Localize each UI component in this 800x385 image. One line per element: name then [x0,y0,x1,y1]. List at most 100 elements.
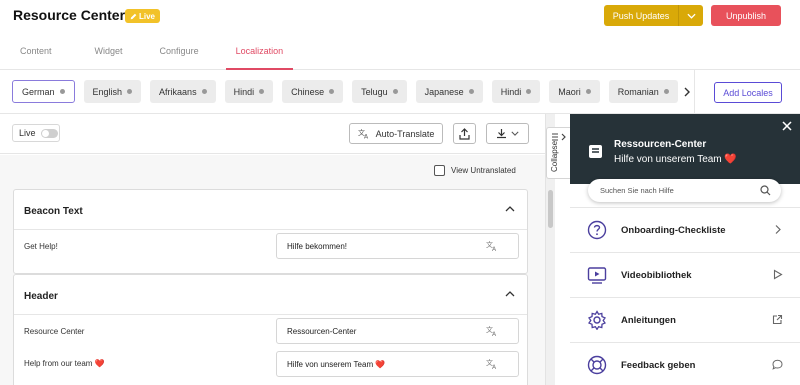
play-icon [773,269,783,280]
locale-scroll-right[interactable] [682,85,692,99]
collapse-label: Collapse [550,140,559,172]
preview-title: Ressourcen-Center [614,139,707,150]
push-updates-label: Push Updates [612,10,670,21]
chevron-up-icon[interactable] [505,205,515,213]
view-untranslated-checkbox[interactable]: View Untranslated [434,165,516,176]
unpublish-button[interactable]: Unpublish [711,5,781,26]
push-options-dropdown[interactable] [678,5,703,26]
locale-label: Hindi [233,86,255,97]
locale-chip-chinese[interactable]: Chinese [282,80,344,103]
chevron-right-icon [684,87,690,97]
locale-label: Maori [558,86,581,97]
tab-widget[interactable]: Widget [85,40,133,70]
download-button[interactable] [486,123,529,144]
locale-label: Chinese [291,86,325,97]
locale-chip-romanian[interactable]: Romanian [608,80,678,103]
chevron-down-icon [511,131,519,136]
status-dot [59,89,65,94]
svg-text:A: A [492,331,497,337]
editor-toolbar: Live 文A Auto-Translate [0,114,545,154]
translation-input[interactable]: Ressourcen-Center 文A [276,318,519,344]
status-dot [259,89,265,94]
close-icon[interactable] [782,121,792,131]
chevron-right-icon [775,225,781,234]
locale-chip-hindi-2[interactable]: Hindi [491,80,541,103]
chat-bubble-icon [772,359,783,370]
collapse-preview-button[interactable]: Collapse [546,127,570,179]
preview-item-label: Feedback geben [621,359,696,371]
locale-list: German English Afrikaans Hindi Chinese T… [12,80,680,103]
translation-input[interactable]: Hilfe von unserem Team ❤️ 文A [276,351,519,377]
locale-chip-english[interactable]: English [83,80,142,103]
status-dot [201,89,207,94]
question-circle-icon [587,220,607,240]
translate-icon[interactable]: 文A [486,240,498,252]
page-title: Resource Center [13,7,126,23]
locale-chip-maori[interactable]: Maori [549,80,600,103]
status-dot [329,89,335,94]
divider [14,229,527,230]
preview-item-guides[interactable]: Anleitungen [570,297,800,342]
locale-label: German [22,86,55,97]
locale-label: Afrikaans [159,86,197,97]
translate-icon[interactable]: 文A [486,358,498,370]
source-text: Help from our team ❤️ [24,359,105,368]
locale-label: English [92,86,123,97]
scrollbar-thumb[interactable] [548,190,553,228]
checkbox[interactable] [434,165,445,176]
pencil-icon [130,13,137,19]
tab-configure[interactable]: Configure [150,40,209,70]
live-toggle[interactable]: Live [12,124,60,142]
preview-search-input[interactable]: Suchen Sie nach Hilfe [588,179,781,202]
top-header: Resource Center Live Push Updates Unpubl… [0,0,800,70]
preview-item-onboarding[interactable]: Onboarding-Checkliste [570,207,800,252]
locale-chip-german[interactable]: German [12,80,75,103]
translation-value: Ressourcen-Center [287,326,357,336]
translation-input[interactable]: Hilfe bekommen! 文A [276,233,519,259]
live-toggle-label: Live [19,128,36,138]
search-icon [760,185,771,196]
locale-chip-afrikaans[interactable]: Afrikaans [150,80,216,103]
lifebuoy-icon [587,355,607,375]
menu-chevron-icon [552,133,566,141]
translate-icon[interactable]: 文A [486,325,498,337]
video-icon [587,267,607,284]
locale-label: Telugu [361,86,388,97]
translation-value: Hilfe von unserem Team ❤️ [287,359,386,369]
section-title: Header [24,291,58,302]
locale-chip-japanese[interactable]: Japanese [415,80,483,103]
section-header: Header Resource Center Ressourcen-Center… [13,274,528,385]
auto-translate-button[interactable]: 文A Auto-Translate [349,123,443,144]
add-locales-button[interactable]: Add Locales [714,82,782,103]
preview-item-feedback[interactable]: Feedback geben [570,342,800,385]
tab-localization[interactable]: Localization [225,40,294,70]
upload-icon [459,127,470,140]
book-icon [589,145,602,158]
upload-button[interactable] [453,123,476,144]
external-link-icon [772,314,783,325]
svg-text:A: A [492,246,497,252]
source-text: Get Help! [24,242,58,251]
status-dot [392,89,398,94]
status-dot [663,89,669,94]
status-dot [526,89,532,94]
live-status-badge: Live [125,9,161,23]
chevron-up-icon[interactable] [505,290,515,298]
status-dot [585,89,591,94]
view-untranslated-label: View Untranslated [451,166,516,175]
source-text: Resource Center [24,327,85,336]
preview-item-label: Anleitungen [621,314,676,326]
divider [14,314,527,315]
auto-translate-label: Auto-Translate [375,128,435,139]
locale-chip-hindi[interactable]: Hindi [224,80,274,103]
push-updates-button[interactable]: Push Updates [604,5,703,26]
locale-chip-telugu[interactable]: Telugu [352,80,407,103]
toggle-switch[interactable] [40,128,58,138]
gear-icon [588,310,606,330]
preview-item-label: Videobibliothek [621,269,692,281]
preview-item-video-library[interactable]: Videobibliothek [570,252,800,297]
tab-content[interactable]: Content [10,40,62,70]
resource-center-preview: Ressourcen-Center Hilfe von unserem Team… [570,114,800,385]
status-dot [127,89,133,94]
preview-header: Ressourcen-Center Hilfe von unserem Team… [570,114,800,184]
